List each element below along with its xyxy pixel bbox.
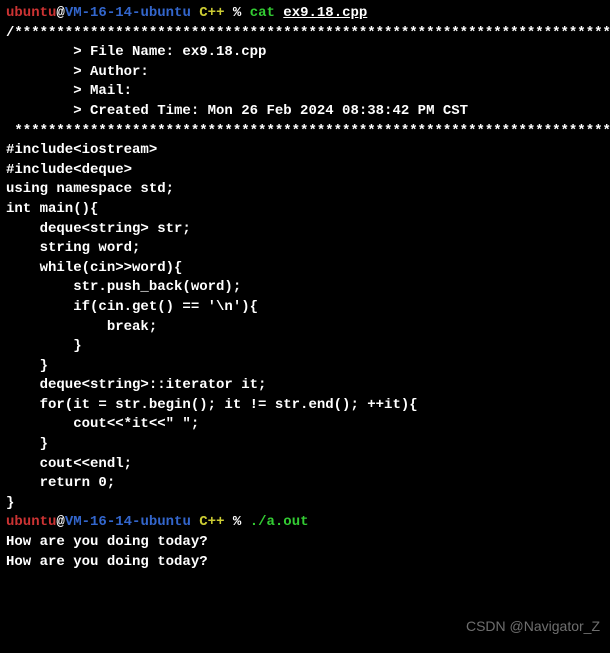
src-line: > File Name: ex9.18.cpp bbox=[6, 43, 604, 63]
src-line: str.push_back(word); bbox=[6, 278, 604, 298]
src-line: } bbox=[6, 435, 604, 455]
src-line: > Mail: bbox=[6, 82, 604, 102]
src-line: } bbox=[6, 494, 604, 514]
src-line: return 0; bbox=[6, 474, 604, 494]
prompt-pct: % bbox=[233, 514, 250, 530]
stdin-line[interactable]: How are you doing today? bbox=[6, 533, 604, 553]
src-line: if(cin.get() == '\n'){ bbox=[6, 298, 604, 318]
prompt-at: @ bbox=[56, 514, 64, 530]
src-line: > Created Time: Mon 26 Feb 2024 08:38:42… bbox=[6, 102, 604, 122]
prompt-dir: C++ bbox=[191, 514, 233, 530]
src-line: /***************************************… bbox=[6, 24, 604, 44]
watermark: CSDN @Navigator_Z bbox=[466, 617, 600, 637]
src-line: deque<string> str; bbox=[6, 220, 604, 240]
src-line: #include<deque> bbox=[6, 161, 604, 181]
src-line: cout<<endl; bbox=[6, 455, 604, 475]
src-line: int main(){ bbox=[6, 200, 604, 220]
src-line: while(cin>>word){ bbox=[6, 259, 604, 279]
src-line: ****************************************… bbox=[6, 122, 604, 142]
prompt-user: ubuntu bbox=[6, 514, 56, 530]
src-line: break; bbox=[6, 318, 604, 338]
src-line: > Author: bbox=[6, 63, 604, 83]
prompt-host: VM-16-14-ubuntu bbox=[65, 5, 191, 21]
src-line: using namespace std; bbox=[6, 180, 604, 200]
src-line: string word; bbox=[6, 239, 604, 259]
src-line: deque<string>::iterator it; bbox=[6, 376, 604, 396]
src-line: } bbox=[6, 357, 604, 377]
prompt-at: @ bbox=[56, 5, 64, 21]
prompt-dir: C++ bbox=[191, 5, 233, 21]
command-run: ./a.out bbox=[250, 514, 309, 530]
src-line: for(it = str.begin(); it != str.end(); +… bbox=[6, 396, 604, 416]
src-line: #include<iostream> bbox=[6, 141, 604, 161]
prompt-line-1[interactable]: ubuntu@VM-16-14-ubuntu C++ % cat ex9.18.… bbox=[6, 4, 604, 24]
prompt-pct: % bbox=[233, 5, 250, 21]
prompt-line-2[interactable]: ubuntu@VM-16-14-ubuntu C++ % ./a.out bbox=[6, 513, 604, 533]
prompt-user: ubuntu bbox=[6, 5, 56, 21]
prompt-host: VM-16-14-ubuntu bbox=[65, 514, 191, 530]
command-arg-file: ex9.18.cpp bbox=[283, 5, 367, 21]
src-line: cout<<*it<<" "; bbox=[6, 415, 604, 435]
stdout-line: How are you doing today? bbox=[6, 553, 604, 573]
command-cat: cat bbox=[250, 5, 284, 21]
src-line: } bbox=[6, 337, 604, 357]
